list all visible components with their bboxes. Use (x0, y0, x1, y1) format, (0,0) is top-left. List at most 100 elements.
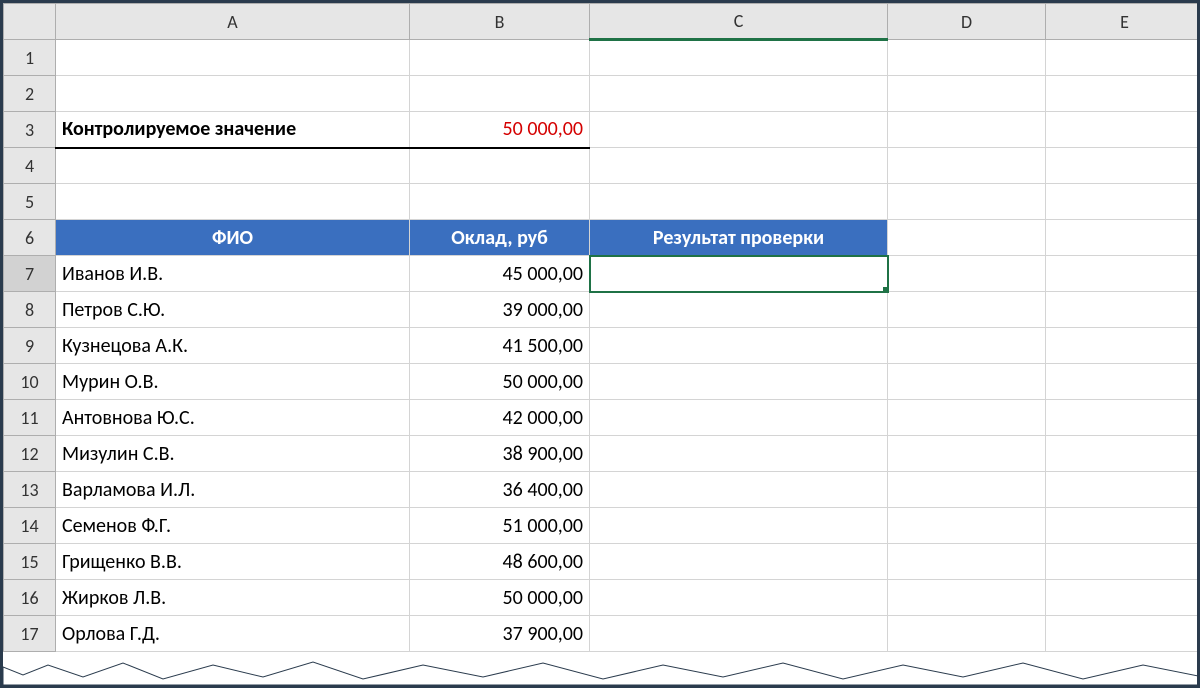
cell-A15-name[interactable]: Грищенко В.В. (56, 544, 410, 580)
table-header-name[interactable]: ФИО (56, 220, 410, 256)
cell-B1[interactable] (410, 40, 590, 76)
cell-A4[interactable] (56, 148, 410, 184)
cell-A3-control-label[interactable]: Контролируемое значение (56, 112, 410, 148)
cell-C5[interactable] (590, 184, 888, 220)
cell-C13[interactable] (590, 472, 888, 508)
cell-C17[interactable] (590, 616, 888, 652)
cell-D14[interactable] (888, 508, 1046, 544)
cell-A12-name[interactable]: Мизулин С.В. (56, 436, 410, 472)
cell-A1[interactable] (56, 40, 410, 76)
select-all-corner[interactable] (4, 4, 56, 40)
cell-D4[interactable] (888, 148, 1046, 184)
cell-B4[interactable] (410, 148, 590, 184)
cell-C4[interactable] (590, 148, 888, 184)
col-header-B[interactable]: B (410, 4, 590, 40)
row-header-12[interactable]: 12 (4, 436, 56, 472)
cell-D3[interactable] (888, 112, 1046, 148)
cell-C8[interactable] (590, 292, 888, 328)
cell-C15[interactable] (590, 544, 888, 580)
cell-E12[interactable] (1046, 436, 1200, 472)
cell-C10[interactable] (590, 364, 888, 400)
cell-B5[interactable] (410, 184, 590, 220)
cell-D6[interactable] (888, 220, 1046, 256)
row-header-6[interactable]: 6 (4, 220, 56, 256)
row-header-14[interactable]: 14 (4, 508, 56, 544)
cell-E16[interactable] (1046, 580, 1200, 616)
cell-C11[interactable] (590, 400, 888, 436)
row-header-2[interactable]: 2 (4, 76, 56, 112)
cell-B16-salary[interactable]: 50 000,00 (410, 580, 590, 616)
cell-D7[interactable] (888, 256, 1046, 292)
cell-E9[interactable] (1046, 328, 1200, 364)
cell-A9-name[interactable]: Кузнецова А.К. (56, 328, 410, 364)
col-header-A[interactable]: A (56, 4, 410, 40)
cell-E13[interactable] (1046, 472, 1200, 508)
cell-A7-name[interactable]: Иванов И.В. (56, 256, 410, 292)
cell-A5[interactable] (56, 184, 410, 220)
cell-B7-salary[interactable]: 45 000,00 (410, 256, 590, 292)
cell-A14-name[interactable]: Семенов Ф.Г. (56, 508, 410, 544)
row-header-7[interactable]: 7 (4, 256, 56, 292)
cell-D13[interactable] (888, 472, 1046, 508)
cell-D5[interactable] (888, 184, 1046, 220)
cell-D12[interactable] (888, 436, 1046, 472)
cell-B11-salary[interactable]: 42 000,00 (410, 400, 590, 436)
cell-B17-salary[interactable]: 37 900,00 (410, 616, 590, 652)
row-header-16[interactable]: 16 (4, 580, 56, 616)
cell-D11[interactable] (888, 400, 1046, 436)
cell-C9[interactable] (590, 328, 888, 364)
cell-E3[interactable] (1046, 112, 1200, 148)
row-header-10[interactable]: 10 (4, 364, 56, 400)
cell-A8-name[interactable]: Петров С.Ю. (56, 292, 410, 328)
row-header-11[interactable]: 11 (4, 400, 56, 436)
cell-E2[interactable] (1046, 76, 1200, 112)
cell-B8-salary[interactable]: 39 000,00 (410, 292, 590, 328)
cell-A17-name[interactable]: Орлова Г.Д. (56, 616, 410, 652)
cell-E14[interactable] (1046, 508, 1200, 544)
cell-A10-name[interactable]: Мурин О.В. (56, 364, 410, 400)
row-header-17[interactable]: 17 (4, 616, 56, 652)
cell-E17[interactable] (1046, 616, 1200, 652)
cell-D16[interactable] (888, 580, 1046, 616)
row-header-9[interactable]: 9 (4, 328, 56, 364)
cell-C3[interactable] (590, 112, 888, 148)
cell-C12[interactable] (590, 436, 888, 472)
cell-D10[interactable] (888, 364, 1046, 400)
cell-B9-salary[interactable]: 41 500,00 (410, 328, 590, 364)
cell-A16-name[interactable]: Жирков Л.В. (56, 580, 410, 616)
spreadsheet-grid[interactable]: A B C D E 1 2 3 Контролируемое значе (3, 3, 1200, 652)
cell-B15-salary[interactable]: 48 600,00 (410, 544, 590, 580)
cell-A11-name[interactable]: Антовнова Ю.С. (56, 400, 410, 436)
col-header-D[interactable]: D (888, 4, 1046, 40)
cell-C14[interactable] (590, 508, 888, 544)
cell-D15[interactable] (888, 544, 1046, 580)
table-header-salary[interactable]: Оклад, руб (410, 220, 590, 256)
cell-E6[interactable] (1046, 220, 1200, 256)
cell-D9[interactable] (888, 328, 1046, 364)
cell-D2[interactable] (888, 76, 1046, 112)
cell-A13-name[interactable]: Варламова И.Л. (56, 472, 410, 508)
col-header-E[interactable]: E (1046, 4, 1200, 40)
row-header-8[interactable]: 8 (4, 292, 56, 328)
row-header-3[interactable]: 3 (4, 112, 56, 148)
cell-C2[interactable] (590, 76, 888, 112)
row-header-4[interactable]: 4 (4, 148, 56, 184)
cell-D1[interactable] (888, 40, 1046, 76)
cell-E7[interactable] (1046, 256, 1200, 292)
cell-C7-active[interactable] (590, 256, 888, 292)
cell-E15[interactable] (1046, 544, 1200, 580)
cell-B10-salary[interactable]: 50 000,00 (410, 364, 590, 400)
cell-C1[interactable] (590, 40, 888, 76)
cell-D8[interactable] (888, 292, 1046, 328)
cell-B3-control-value[interactable]: 50 000,00 (410, 112, 590, 148)
col-header-C[interactable]: C (590, 4, 888, 40)
cell-B2[interactable] (410, 76, 590, 112)
cell-E4[interactable] (1046, 148, 1200, 184)
row-header-13[interactable]: 13 (4, 472, 56, 508)
cell-C16[interactable] (590, 580, 888, 616)
cell-E5[interactable] (1046, 184, 1200, 220)
cell-B13-salary[interactable]: 36 400,00 (410, 472, 590, 508)
cell-E11[interactable] (1046, 400, 1200, 436)
cell-B12-salary[interactable]: 38 900,00 (410, 436, 590, 472)
cell-E8[interactable] (1046, 292, 1200, 328)
